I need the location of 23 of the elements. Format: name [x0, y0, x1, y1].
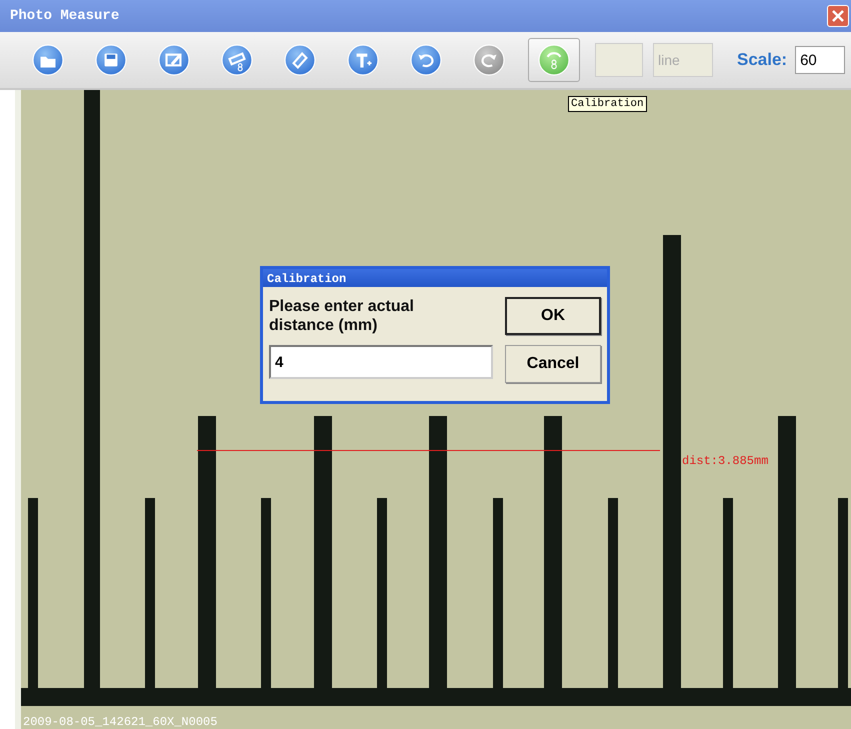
scale-label: Scale:	[737, 50, 788, 70]
picture-pen-icon	[158, 44, 190, 76]
undo-icon	[410, 44, 442, 76]
close-icon	[831, 9, 845, 23]
measurement-label: dist:3.885mm	[682, 454, 768, 468]
redo-icon	[473, 44, 505, 76]
dialog-button[interactable]: OK	[505, 297, 601, 335]
dialog-prompt: Please enter actual distance (mm)	[269, 297, 415, 335]
floppy-disk-icon	[95, 44, 127, 76]
filename-label: 2009-08-05_142621_60X_N0005	[23, 715, 218, 729]
eraser-icon	[284, 44, 316, 76]
close-button[interactable]	[827, 5, 849, 27]
text-icon	[347, 44, 379, 76]
distance-field[interactable]: 4	[269, 345, 493, 379]
calibration-icon	[538, 44, 570, 76]
calibrate-tool-button[interactable]	[528, 38, 580, 82]
dialog-title: Calibration	[263, 269, 607, 287]
tooltip: Calibration	[568, 96, 647, 112]
ruler-icon	[221, 44, 253, 76]
scale-field[interactable]: 60	[795, 46, 846, 74]
window-title: Photo Measure	[10, 8, 120, 24]
dialog-button[interactable]: Cancel	[505, 345, 601, 383]
folder-icon	[32, 44, 64, 76]
